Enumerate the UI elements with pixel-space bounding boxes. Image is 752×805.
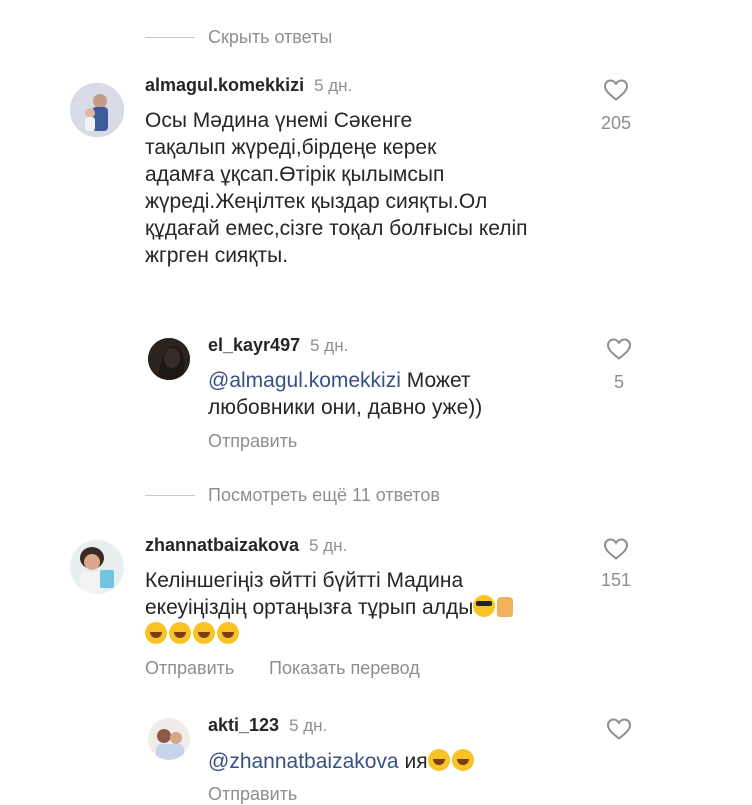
username-link[interactable]: zhannatbaizakova — [145, 535, 299, 555]
separator-line — [145, 495, 195, 496]
avatar-photo — [70, 540, 124, 594]
reply-line: @zhannatbaizakova ия — [208, 748, 588, 775]
show-translation-button[interactable]: Показать перевод — [269, 658, 420, 679]
comment-line: Осы Мәдина үнемі Сәкенге — [145, 109, 413, 132]
hide-replies-button[interactable]: Скрыть ответы — [208, 27, 332, 48]
timestamp: 5 дн. — [314, 76, 353, 95]
comment-line: адамға ұқсап.Өтірік қылымсып — [145, 163, 445, 186]
face-with-tears-of-joy-icon — [193, 622, 215, 644]
reply-header: el_kayr497 5 дн. — [208, 335, 348, 356]
reply-line: @almagul.komekkizi Может — [208, 367, 588, 394]
like-count: 5 — [613, 372, 624, 392]
comment-header: almagul.komekkizi 5 дн. — [145, 75, 352, 96]
timestamp: 5 дн. — [310, 336, 349, 355]
reply-button[interactable]: Отправить — [208, 784, 297, 805]
avatar[interactable] — [70, 83, 124, 137]
avatar[interactable] — [70, 540, 124, 594]
thumbs-up-icon — [497, 597, 514, 617]
comment-line: жүреді.Жеңілтек қыздар сияқты.Ол — [145, 190, 488, 213]
face-with-tears-of-joy-icon — [145, 622, 167, 644]
mention-link[interactable]: @almagul.komekkizi — [208, 369, 401, 392]
timestamp: 5 дн. — [289, 716, 328, 735]
comment-line: құдағай емес,сізге тоқал болғысы келіп — [145, 217, 528, 240]
view-more-replies-button[interactable]: Посмотреть ещё 11 ответов — [208, 485, 440, 506]
face-with-tears-of-joy-icon — [427, 749, 450, 771]
face-with-tears-of-joy-icon — [169, 622, 191, 644]
heart-icon[interactable] — [606, 717, 632, 741]
reply-text-part: ия — [398, 750, 428, 773]
comment-line-text: екеуіңіздің ортаңызға тұрып алды — [145, 596, 474, 619]
heart-icon[interactable] — [603, 537, 629, 561]
avatar-photo — [148, 338, 190, 380]
comment-text: Осы Мәдина үнемі Сәкенге тақалып жүреді,… — [145, 107, 595, 269]
like-count: 151 — [600, 570, 632, 590]
face-with-tears-of-joy-icon — [451, 749, 474, 771]
comment-line: Келіншегіңіз өйтті бүйтті Мадина — [145, 569, 464, 592]
heart-icon[interactable] — [606, 337, 632, 361]
reply-button[interactable]: Отправить — [145, 658, 234, 679]
comment-line — [145, 621, 595, 648]
mention-link[interactable]: @zhannatbaizakova — [208, 750, 399, 773]
reply-text-part: Может — [400, 369, 471, 392]
comment-header: zhannatbaizakova 5 дн. — [145, 535, 347, 556]
avatar-photo — [70, 83, 124, 137]
like-count: 205 — [600, 113, 632, 133]
username-link[interactable]: akti_123 — [208, 715, 279, 735]
reply-line: любовники они, давно уже)) — [208, 396, 483, 419]
face-with-tears-of-joy-icon — [217, 622, 239, 644]
comment-text: Келіншегіңіз өйтті бүйтті Мадина екеуіңі… — [145, 567, 595, 648]
reply-button[interactable]: Отправить — [208, 431, 297, 452]
comment-line: екеуіңіздің ортаңызға тұрып алды — [145, 594, 595, 621]
timestamp: 5 дн. — [309, 536, 348, 555]
avatar[interactable] — [148, 718, 190, 760]
username-link[interactable]: almagul.komekkizi — [145, 75, 304, 95]
comment-line: жгрген сияқты. — [145, 244, 289, 267]
avatar[interactable] — [148, 338, 190, 380]
separator-line — [145, 37, 195, 38]
reply-header: akti_123 5 дн. — [208, 715, 327, 736]
reply-text: @almagul.komekkizi Может любовники они, … — [208, 367, 588, 421]
avatar-photo — [148, 718, 190, 760]
username-link[interactable]: el_kayr497 — [208, 335, 300, 355]
heart-icon[interactable] — [603, 78, 629, 102]
comment-line: тақалып жүреді,бірдеңе керек — [145, 136, 437, 159]
smiling-face-with-sunglasses-icon — [473, 595, 496, 617]
reply-text: @zhannatbaizakova ия — [208, 748, 588, 775]
